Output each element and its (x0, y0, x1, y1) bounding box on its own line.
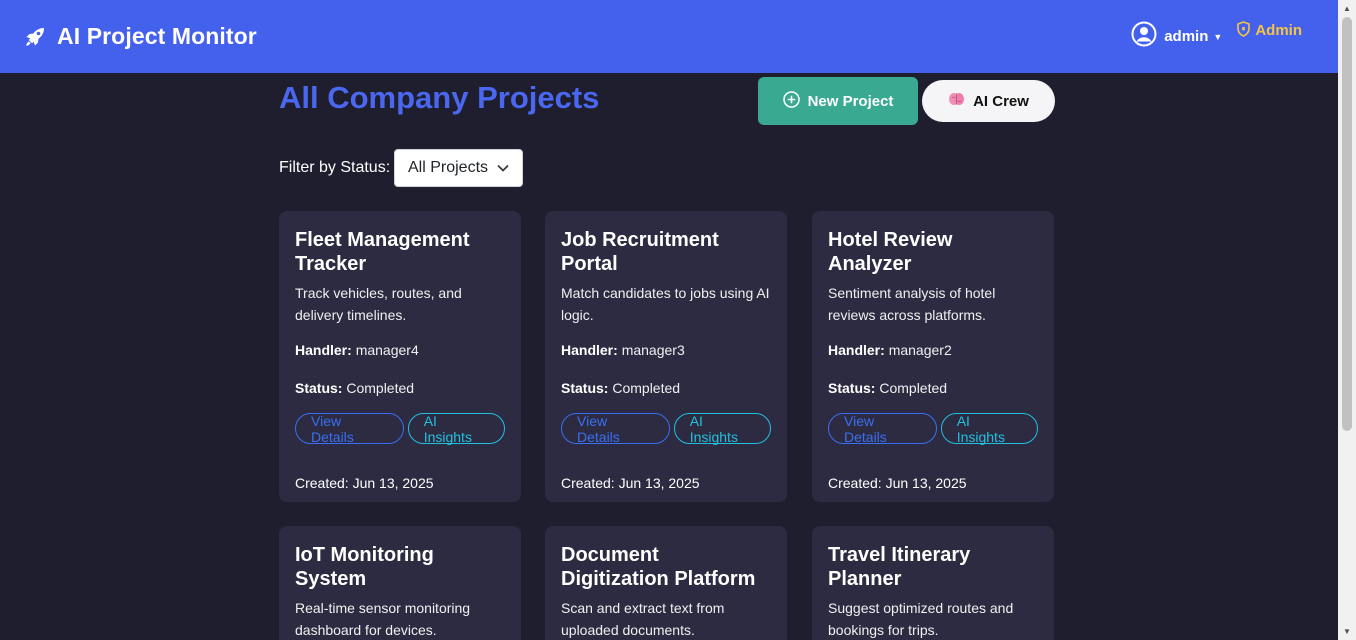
project-card: Job Recruitment Portal Match candidates … (545, 211, 787, 502)
card-actions: View Details AI Insights (828, 413, 1038, 445)
project-status: Status: Completed (828, 379, 1038, 397)
project-card: Document Digitization Platform Scan and … (545, 526, 787, 640)
page-scrollbar[interactable]: ▲ ▼ (1338, 0, 1356, 640)
chevron-down-icon (497, 159, 509, 177)
new-project-button[interactable]: New Project (758, 77, 918, 125)
project-handler: Handler: manager4 (295, 341, 505, 359)
brain-icon (948, 91, 965, 111)
ai-crew-label: AI Crew (973, 92, 1029, 110)
scrollbar-thumb[interactable] (1342, 17, 1352, 431)
page-title: All Company Projects (279, 80, 600, 115)
project-title: IoT Monitoring System (295, 544, 434, 590)
project-handler: Handler: manager2 (828, 341, 1038, 359)
rocket-icon (22, 24, 48, 50)
plus-circle-icon (782, 90, 800, 112)
status-label: Status: (828, 380, 876, 396)
view-details-button[interactable]: View Details (828, 413, 937, 445)
view-details-button[interactable]: View Details (561, 413, 670, 445)
view-details-button[interactable]: View Details (295, 413, 404, 445)
handler-label: Handler: (295, 342, 352, 358)
brand[interactable]: AI Project Monitor (22, 23, 257, 50)
project-card: Hotel Review Analyzer Sentiment analysis… (812, 211, 1054, 502)
new-project-label: New Project (807, 92, 894, 110)
ai-insights-button[interactable]: AI Insights (673, 413, 771, 445)
project-title: Job Recruitment Portal (561, 229, 719, 275)
ai-insights-button[interactable]: AI Insights (407, 413, 505, 445)
status-value: Completed (879, 380, 948, 396)
project-created-date: Created: Jun 13, 2025 (561, 475, 700, 491)
status-label: Status: (561, 380, 609, 396)
project-created-date: Created: Jun 13, 2025 (295, 475, 434, 491)
project-description: Suggest optimized routes and bookings fo… (828, 600, 1014, 638)
scroll-down-arrow-icon[interactable]: ▼ (1338, 623, 1356, 640)
top-navbar: AI Project Monitor admin ▼ Admin (0, 0, 1338, 73)
project-status: Status: Completed (561, 379, 771, 397)
admin-label: Admin (1255, 22, 1302, 39)
handler-value: manager4 (355, 342, 419, 358)
brand-title: AI Project Monitor (57, 23, 257, 49)
filter-label: Filter by Status: (279, 159, 391, 176)
project-title: Hotel Review Analyzer (828, 229, 953, 275)
project-description: Sentiment analysis of hotel reviews acro… (828, 285, 996, 323)
project-card: Fleet Management Tracker Track vehicles,… (279, 211, 521, 502)
project-handler: Handler: manager3 (561, 341, 771, 359)
ai-crew-button[interactable]: AI Crew (922, 80, 1055, 122)
project-title: Document Digitization Platform (561, 544, 756, 590)
handler-label: Handler: (828, 342, 885, 358)
user-circle-icon (1131, 21, 1157, 52)
project-created-date: Created: Jun 13, 2025 (828, 475, 967, 491)
user-menu-dropdown[interactable]: admin ▼ (1131, 21, 1222, 52)
status-value: Completed (612, 380, 681, 396)
filter-selected-value: All Projects (408, 159, 489, 176)
project-card: IoT Monitoring System Real-time sensor m… (279, 526, 521, 640)
handler-label: Handler: (561, 342, 618, 358)
card-actions: View Details AI Insights (295, 413, 505, 445)
project-description: Scan and extract text from uploaded docu… (561, 600, 725, 638)
status-label: Status: (295, 380, 343, 396)
status-value: Completed (346, 380, 415, 396)
nav-right: admin ▼ Admin (1131, 20, 1302, 52)
project-description: Match candidates to jobs using AI logic. (561, 285, 770, 323)
shield-icon (1236, 20, 1251, 41)
scroll-up-arrow-icon[interactable]: ▲ (1338, 0, 1356, 17)
user-name: admin (1164, 28, 1209, 45)
ai-insights-button[interactable]: AI Insights (940, 413, 1038, 445)
project-description: Track vehicles, routes, and delivery tim… (295, 285, 462, 323)
handler-value: manager2 (888, 342, 952, 358)
project-title: Fleet Management Tracker (295, 229, 470, 275)
admin-badge: Admin (1236, 20, 1302, 41)
status-filter-select[interactable]: All Projects (394, 149, 523, 187)
chevron-down-icon: ▼ (1213, 32, 1223, 42)
project-status: Status: Completed (295, 379, 505, 397)
handler-value: manager3 (621, 342, 685, 358)
project-title: Travel Itinerary Planner (828, 544, 971, 590)
card-actions: View Details AI Insights (561, 413, 771, 445)
project-description: Real-time sensor monitoring dashboard fo… (295, 600, 471, 638)
project-card: Travel Itinerary Planner Suggest optimiz… (812, 526, 1054, 640)
